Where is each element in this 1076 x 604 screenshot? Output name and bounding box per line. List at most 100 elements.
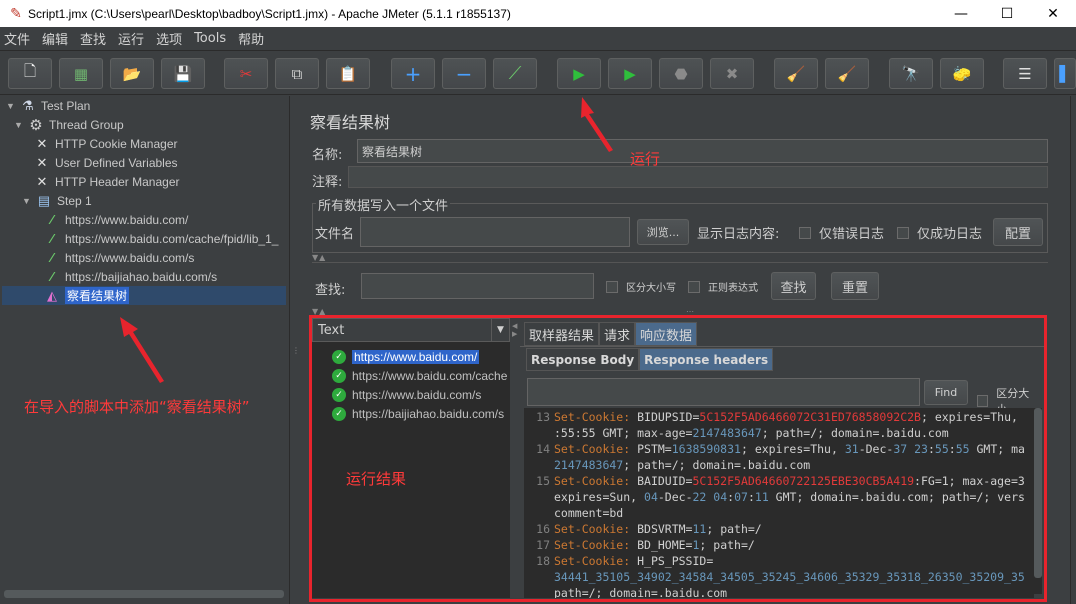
divider-grip-3[interactable]: ⋯ [686, 307, 695, 316]
tree-node-label: Step 1 [57, 193, 92, 208]
toolbar-button-function-helper[interactable]: ☰ [1003, 58, 1047, 89]
errors-only-checkbox[interactable]: 仅错误日志 [799, 223, 884, 242]
collapse-arrow-icon[interactable]: ▼ [22, 196, 34, 206]
menu-run[interactable]: 运行 [118, 29, 144, 48]
toolbar-button-toggle[interactable]: ⟋ [493, 58, 537, 89]
expand-icon: + [404, 61, 422, 86]
tree-node-http-header-manager[interactable]: ✕ HTTP Header Manager [32, 172, 180, 191]
tree-node-label: https://www.baidu.com/cache/fpid/lib_1_ [65, 231, 279, 246]
toolbar-button-shutdown[interactable]: ✖ [710, 58, 754, 89]
toolbar-button-copy[interactable]: ⧉ [275, 58, 319, 89]
search-icon: 🔭 [901, 64, 921, 83]
toggle-icon: ⟋ [508, 63, 522, 84]
case-sensitive-checkbox[interactable]: 区分大小写 [606, 279, 676, 294]
maximize-button[interactable]: ☐ [984, 0, 1030, 27]
collapse-arrow-icon[interactable]: ▼ [14, 120, 26, 130]
tree-node-label: User Defined Variables [55, 155, 178, 170]
collapse-arrow-icon[interactable]: ▼ [6, 101, 18, 111]
clear-icon: 🧹 [786, 64, 806, 83]
help-icon: ▌ [1059, 64, 1071, 83]
save-icon: 💾 [173, 64, 193, 83]
toolbar-button-reset-search[interactable]: 🧽 [940, 58, 984, 89]
toolbar-button-templates[interactable]: ▦ [59, 58, 103, 89]
toolbar-button-open[interactable]: 📂 [110, 58, 154, 89]
regex-checkbox[interactable]: 正则表达式 [688, 279, 758, 294]
menu-tools[interactable]: Tools [194, 31, 226, 46]
browse-button[interactable]: 浏览... [637, 219, 689, 245]
configure-button[interactable]: 配置 [993, 218, 1043, 246]
tree-node-http-cookie-manager[interactable]: ✕ HTTP Cookie Manager [32, 134, 178, 153]
stop-icon: ⬣ [674, 64, 688, 83]
panel-splitter[interactable]: ⋮ [290, 96, 300, 604]
search-field[interactable] [361, 273, 594, 299]
menu-options[interactable]: 选项 [156, 29, 182, 48]
tree-horizontal-scrollbar[interactable] [4, 590, 284, 598]
panel-title: 察看结果树 [310, 113, 391, 132]
success-only-checkbox[interactable]: 仅成功日志 [897, 223, 982, 242]
tree-node-sampler-1[interactable]: ⁄ https://www.baidu.com/ [42, 210, 188, 229]
name-field[interactable]: 察看结果树 [357, 139, 1048, 163]
tree-node-sampler-2[interactable]: ⁄ https://www.baidu.com/cache/fpid/lib_1… [42, 229, 279, 248]
menu-file[interactable]: 文件 [4, 29, 30, 48]
toolbar-button-cut[interactable]: ✂ [224, 58, 268, 89]
toolbar-button-start[interactable]: ▶ [557, 58, 601, 89]
divider-grip-2[interactable]: ▼▲ [312, 307, 326, 316]
search-button[interactable]: 查找 [771, 272, 816, 300]
toolbar-button-help[interactable]: ▌ [1054, 58, 1076, 89]
cut-icon: ✂ [239, 64, 253, 83]
toolbar-button-save[interactable]: 💾 [161, 58, 205, 89]
tree-node-label: 察看结果树 [65, 287, 130, 304]
annotation-add-tree: 在导入的脚本中添加“察看结果树” [24, 398, 250, 416]
comment-field[interactable] [348, 166, 1048, 188]
reset-button[interactable]: 重置 [831, 272, 879, 300]
success-only-label: 仅成功日志 [917, 227, 983, 242]
clear-all-icon: 🧹 [837, 64, 857, 83]
write-to-file-title: 所有数据写入一个文件 [316, 195, 451, 214]
tree-node-step-1[interactable]: ▼ ▤ Step 1 [22, 191, 92, 210]
toolbar-button-new[interactable]: 🗋 [8, 58, 52, 89]
toolbar-button-collapse[interactable]: − [442, 58, 486, 89]
tree-node-thread-group[interactable]: ▼ ⚙ Thread Group [14, 115, 124, 134]
pipette-icon: ⁄ [50, 212, 54, 227]
regex-label: 正则表达式 [708, 283, 758, 294]
controller-icon: ▤ [37, 192, 51, 208]
tree-node-label: Test Plan [41, 98, 91, 113]
annotation-arrow-run [581, 97, 613, 152]
new-icon: 🗋 [23, 62, 37, 80]
menu-help[interactable]: 帮助 [238, 29, 264, 48]
pipette-icon: ⁄ [50, 231, 54, 246]
tree-node-test-plan[interactable]: ▼ ⚗ Test Plan [6, 96, 90, 115]
menu-search[interactable]: 查找 [80, 29, 106, 48]
toolbar-button-search[interactable]: 🔭 [889, 58, 933, 89]
divider-grip[interactable]: ▼▲ [312, 253, 326, 262]
filename-field[interactable] [360, 217, 630, 247]
window-title: Script1.jmx (C:\Users\pearl\Desktop\badb… [28, 6, 511, 21]
chart-icon: ◭ [47, 287, 57, 303]
copy-icon: ⧉ [291, 64, 303, 83]
tree-node-view-results-tree[interactable]: ◭ 察看结果树 [2, 286, 286, 305]
function-helper-icon: ☰ [1018, 64, 1032, 83]
toolbar-button-clear[interactable]: 🧹 [774, 58, 818, 89]
toolbar: 🗋 ▦ 📂 💾 ✂ ⧉ 📋 + − ⟋ ▶ ▶ ⬣ ✖ 🧹 🧹 🔭 🧽 ☰ ▌ [0, 51, 1076, 95]
menu-bar: 文件 编辑 查找 运行 选项 Tools 帮助 [0, 27, 1076, 51]
search-label: 查找: [315, 283, 346, 298]
reset-search-icon: 🧽 [952, 64, 972, 83]
annotation-arrow-tree [120, 317, 164, 383]
tree-node-label: https://baijiahao.baidu.com/s [65, 269, 218, 284]
toolbar-button-expand[interactable]: + [391, 58, 435, 89]
minimize-button[interactable]: — [938, 0, 984, 27]
toolbar-button-paste[interactable]: 📋 [326, 58, 370, 89]
tree-node-user-defined-variables[interactable]: ✕ User Defined Variables [32, 153, 178, 172]
toolbar-button-stop[interactable]: ⬣ [659, 58, 703, 89]
tree-node-label: Thread Group [49, 117, 124, 132]
toolbar-button-clear-all[interactable]: 🧹 [825, 58, 869, 89]
close-button[interactable]: ✕ [1030, 0, 1076, 27]
tree-node-label: HTTP Cookie Manager [55, 136, 178, 151]
open-icon: 📂 [122, 64, 142, 83]
filename-label: 文件名 [315, 227, 355, 242]
menu-edit[interactable]: 编辑 [42, 29, 68, 48]
tree-node-sampler-3[interactable]: ⁄ https://www.baidu.com/s [42, 248, 194, 267]
toolbar-button-start-no-pauses[interactable]: ▶ [608, 58, 652, 89]
annotation-red-box [309, 315, 1047, 602]
tree-node-sampler-4[interactable]: ⁄ https://baijiahao.baidu.com/s [42, 267, 217, 286]
